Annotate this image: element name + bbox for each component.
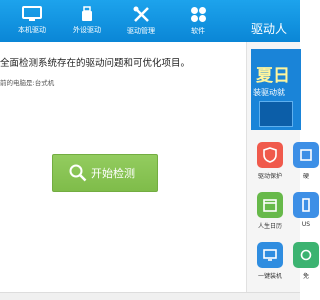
- nav-peripheral-driver[interactable]: 外设驱动: [67, 0, 107, 42]
- nav-label-driver-management: 驱动管理: [127, 27, 155, 35]
- banner-title: 夏日: [256, 66, 290, 86]
- start-scan-button[interactable]: 开始检测: [52, 154, 158, 192]
- apps-icon: [190, 7, 206, 22]
- usb-tool-icon: [293, 192, 319, 218]
- tile-usb[interactable]: US: [293, 192, 319, 228]
- start-scan-label: 开始检测: [91, 167, 135, 180]
- side-panel: 夏日 装驱动就 驱动保护 硬 人生日历 US 一键装机 免: [246, 42, 319, 292]
- scan-description: 全面检测系统存在的驱动问题和可优化项目。: [0, 58, 191, 69]
- tile-label-one-click-install: 一键装机: [257, 273, 282, 280]
- banner-subtitle: 装驱动就: [253, 88, 285, 97]
- install-icon: [257, 242, 283, 268]
- calendar-icon: [257, 192, 283, 218]
- usb-icon: [82, 6, 92, 21]
- status-bar: [0, 292, 300, 300]
- main-panel: 全面检测系统存在的驱动问题和可优化项目。 前的电脑是:台式机 开始检测: [0, 42, 246, 292]
- tile-label-hardware: 硬: [302, 173, 309, 180]
- nav-software[interactable]: 软件: [182, 0, 214, 42]
- pc-type-info: 前的电脑是:台式机: [0, 79, 55, 87]
- tile-label-free: 免: [302, 273, 309, 280]
- nav-label-local-driver: 本机驱动: [18, 26, 46, 34]
- tools-icon: [133, 6, 149, 22]
- nav-label-peripheral-driver: 外设驱动: [73, 26, 101, 34]
- search-icon: [69, 164, 87, 182]
- brand-title: 驱动人: [251, 22, 288, 36]
- top-nav-bar: 本机驱动 外设驱动 驱动管理 软件 驱动人: [0, 0, 300, 42]
- tile-label-usb: US: [301, 221, 311, 228]
- tile-driver-protect[interactable]: 驱动保护: [253, 142, 287, 180]
- nav-local-driver[interactable]: 本机驱动: [12, 0, 52, 42]
- tile-calendar[interactable]: 人生日历: [253, 192, 287, 230]
- tile-label-driver-protect: 驱动保护: [257, 173, 282, 180]
- tile-one-click-install[interactable]: 一键装机: [253, 242, 287, 280]
- nav-driver-management[interactable]: 驱动管理: [120, 0, 162, 42]
- promo-banner[interactable]: 夏日 装驱动就: [251, 49, 301, 130]
- tile-label-calendar: 人生日历: [257, 223, 282, 230]
- tile-free[interactable]: 免: [293, 242, 319, 280]
- computer-illustration-icon: [259, 101, 293, 127]
- nav-label-software: 软件: [191, 27, 205, 35]
- hardware-icon: [293, 142, 319, 168]
- monitor-icon: [22, 6, 42, 21]
- tile-hardware[interactable]: 硬: [293, 142, 319, 180]
- free-icon: [293, 242, 319, 268]
- shield-icon: [257, 142, 283, 168]
